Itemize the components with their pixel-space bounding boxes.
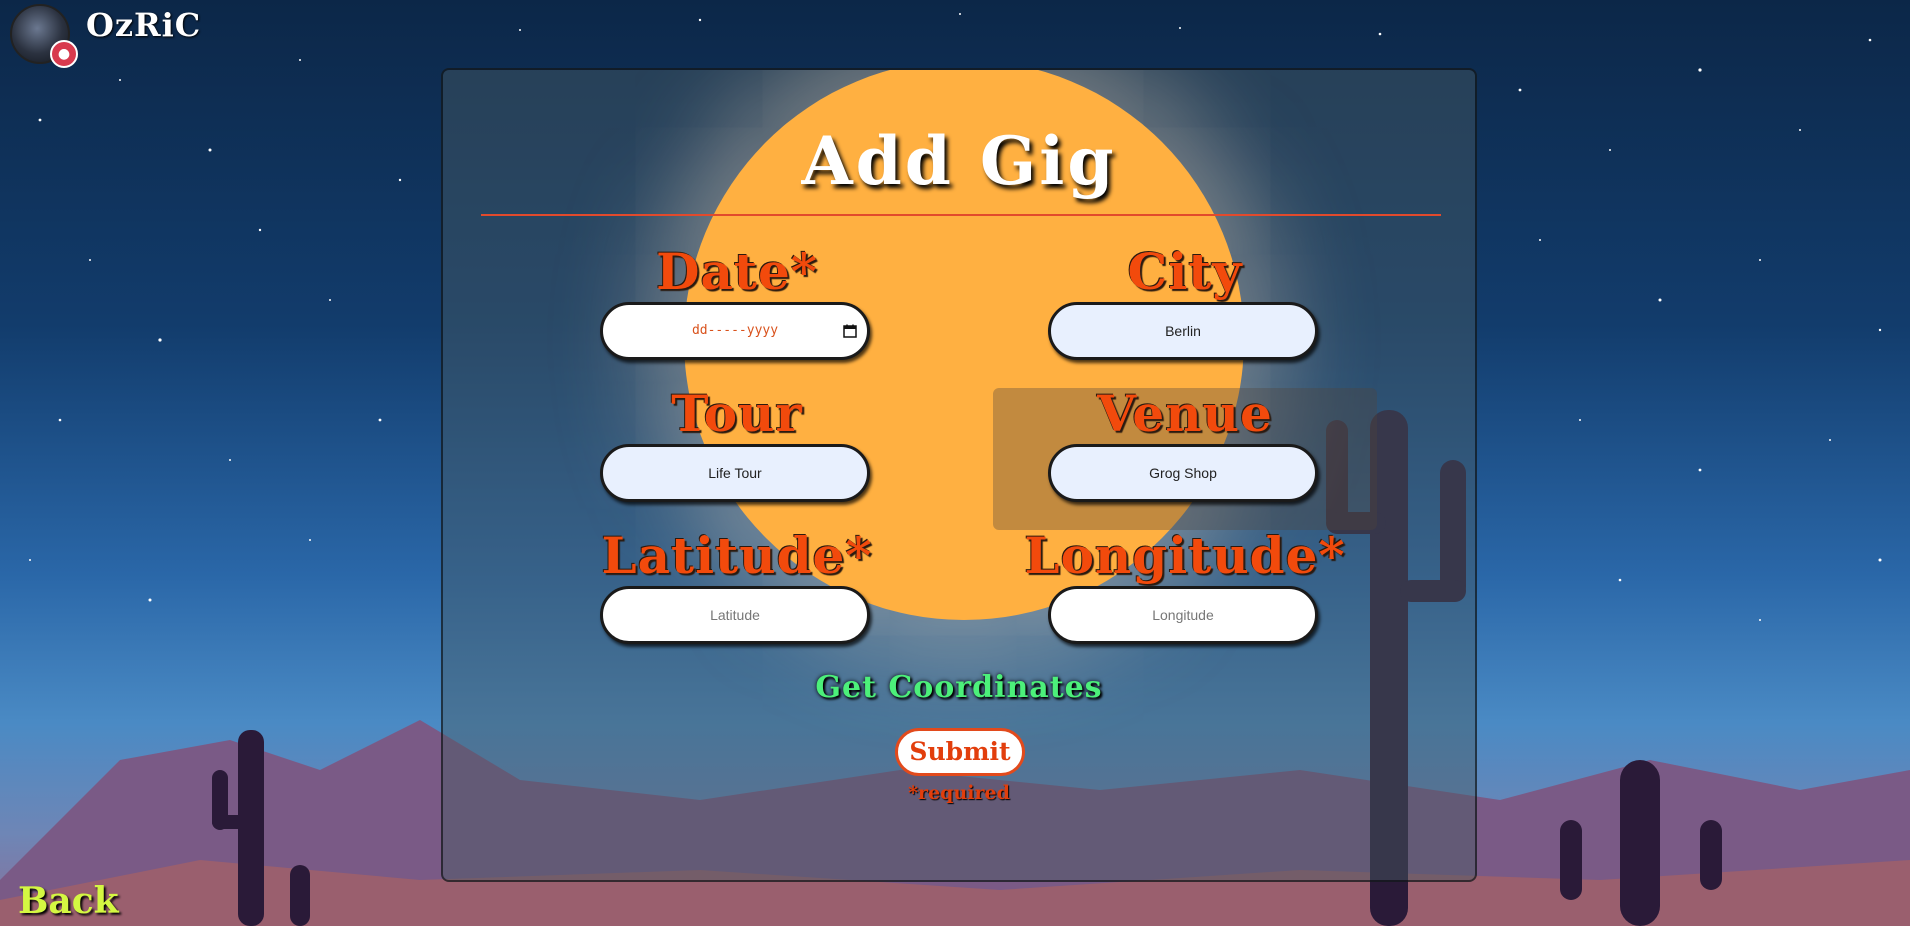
vinyl-record-logo-icon[interactable]: ● xyxy=(10,4,78,68)
page-title: Add Gig xyxy=(801,122,1117,200)
date-field[interactable]: dd-----yyyy xyxy=(600,302,870,360)
city-label: City xyxy=(1127,242,1243,301)
title-divider xyxy=(481,214,1441,216)
venue-label: Venue xyxy=(1097,384,1273,443)
tour-label: Tour xyxy=(671,384,803,443)
venue-input[interactable] xyxy=(1048,444,1318,502)
latitude-label: Latitude* xyxy=(601,526,873,585)
city-input[interactable] xyxy=(1048,302,1318,360)
date-placeholder: dd-----yyyy xyxy=(691,323,779,338)
add-gig-form-panel: Add Gig Date* dd-----yyyy City Tour Venu… xyxy=(441,68,1477,882)
tour-input[interactable] xyxy=(600,444,870,502)
back-link[interactable]: Back xyxy=(18,880,119,922)
longitude-input[interactable] xyxy=(1048,586,1318,644)
page-background: ● OzRiC Add Gig Date* dd-----yyyy City T… xyxy=(0,0,1910,926)
brand-name[interactable]: OzRiC xyxy=(86,6,201,44)
calendar-icon[interactable] xyxy=(843,324,857,338)
longitude-label: Longitude* xyxy=(1024,526,1346,585)
chat-bubble-icon[interactable]: ● xyxy=(50,40,78,68)
required-note: *required xyxy=(908,782,1010,804)
date-label: Date* xyxy=(656,242,818,301)
get-coordinates-button[interactable]: Get Coordinates xyxy=(443,670,1475,705)
latitude-input[interactable] xyxy=(600,586,870,644)
submit-button[interactable]: Submit xyxy=(895,728,1025,776)
